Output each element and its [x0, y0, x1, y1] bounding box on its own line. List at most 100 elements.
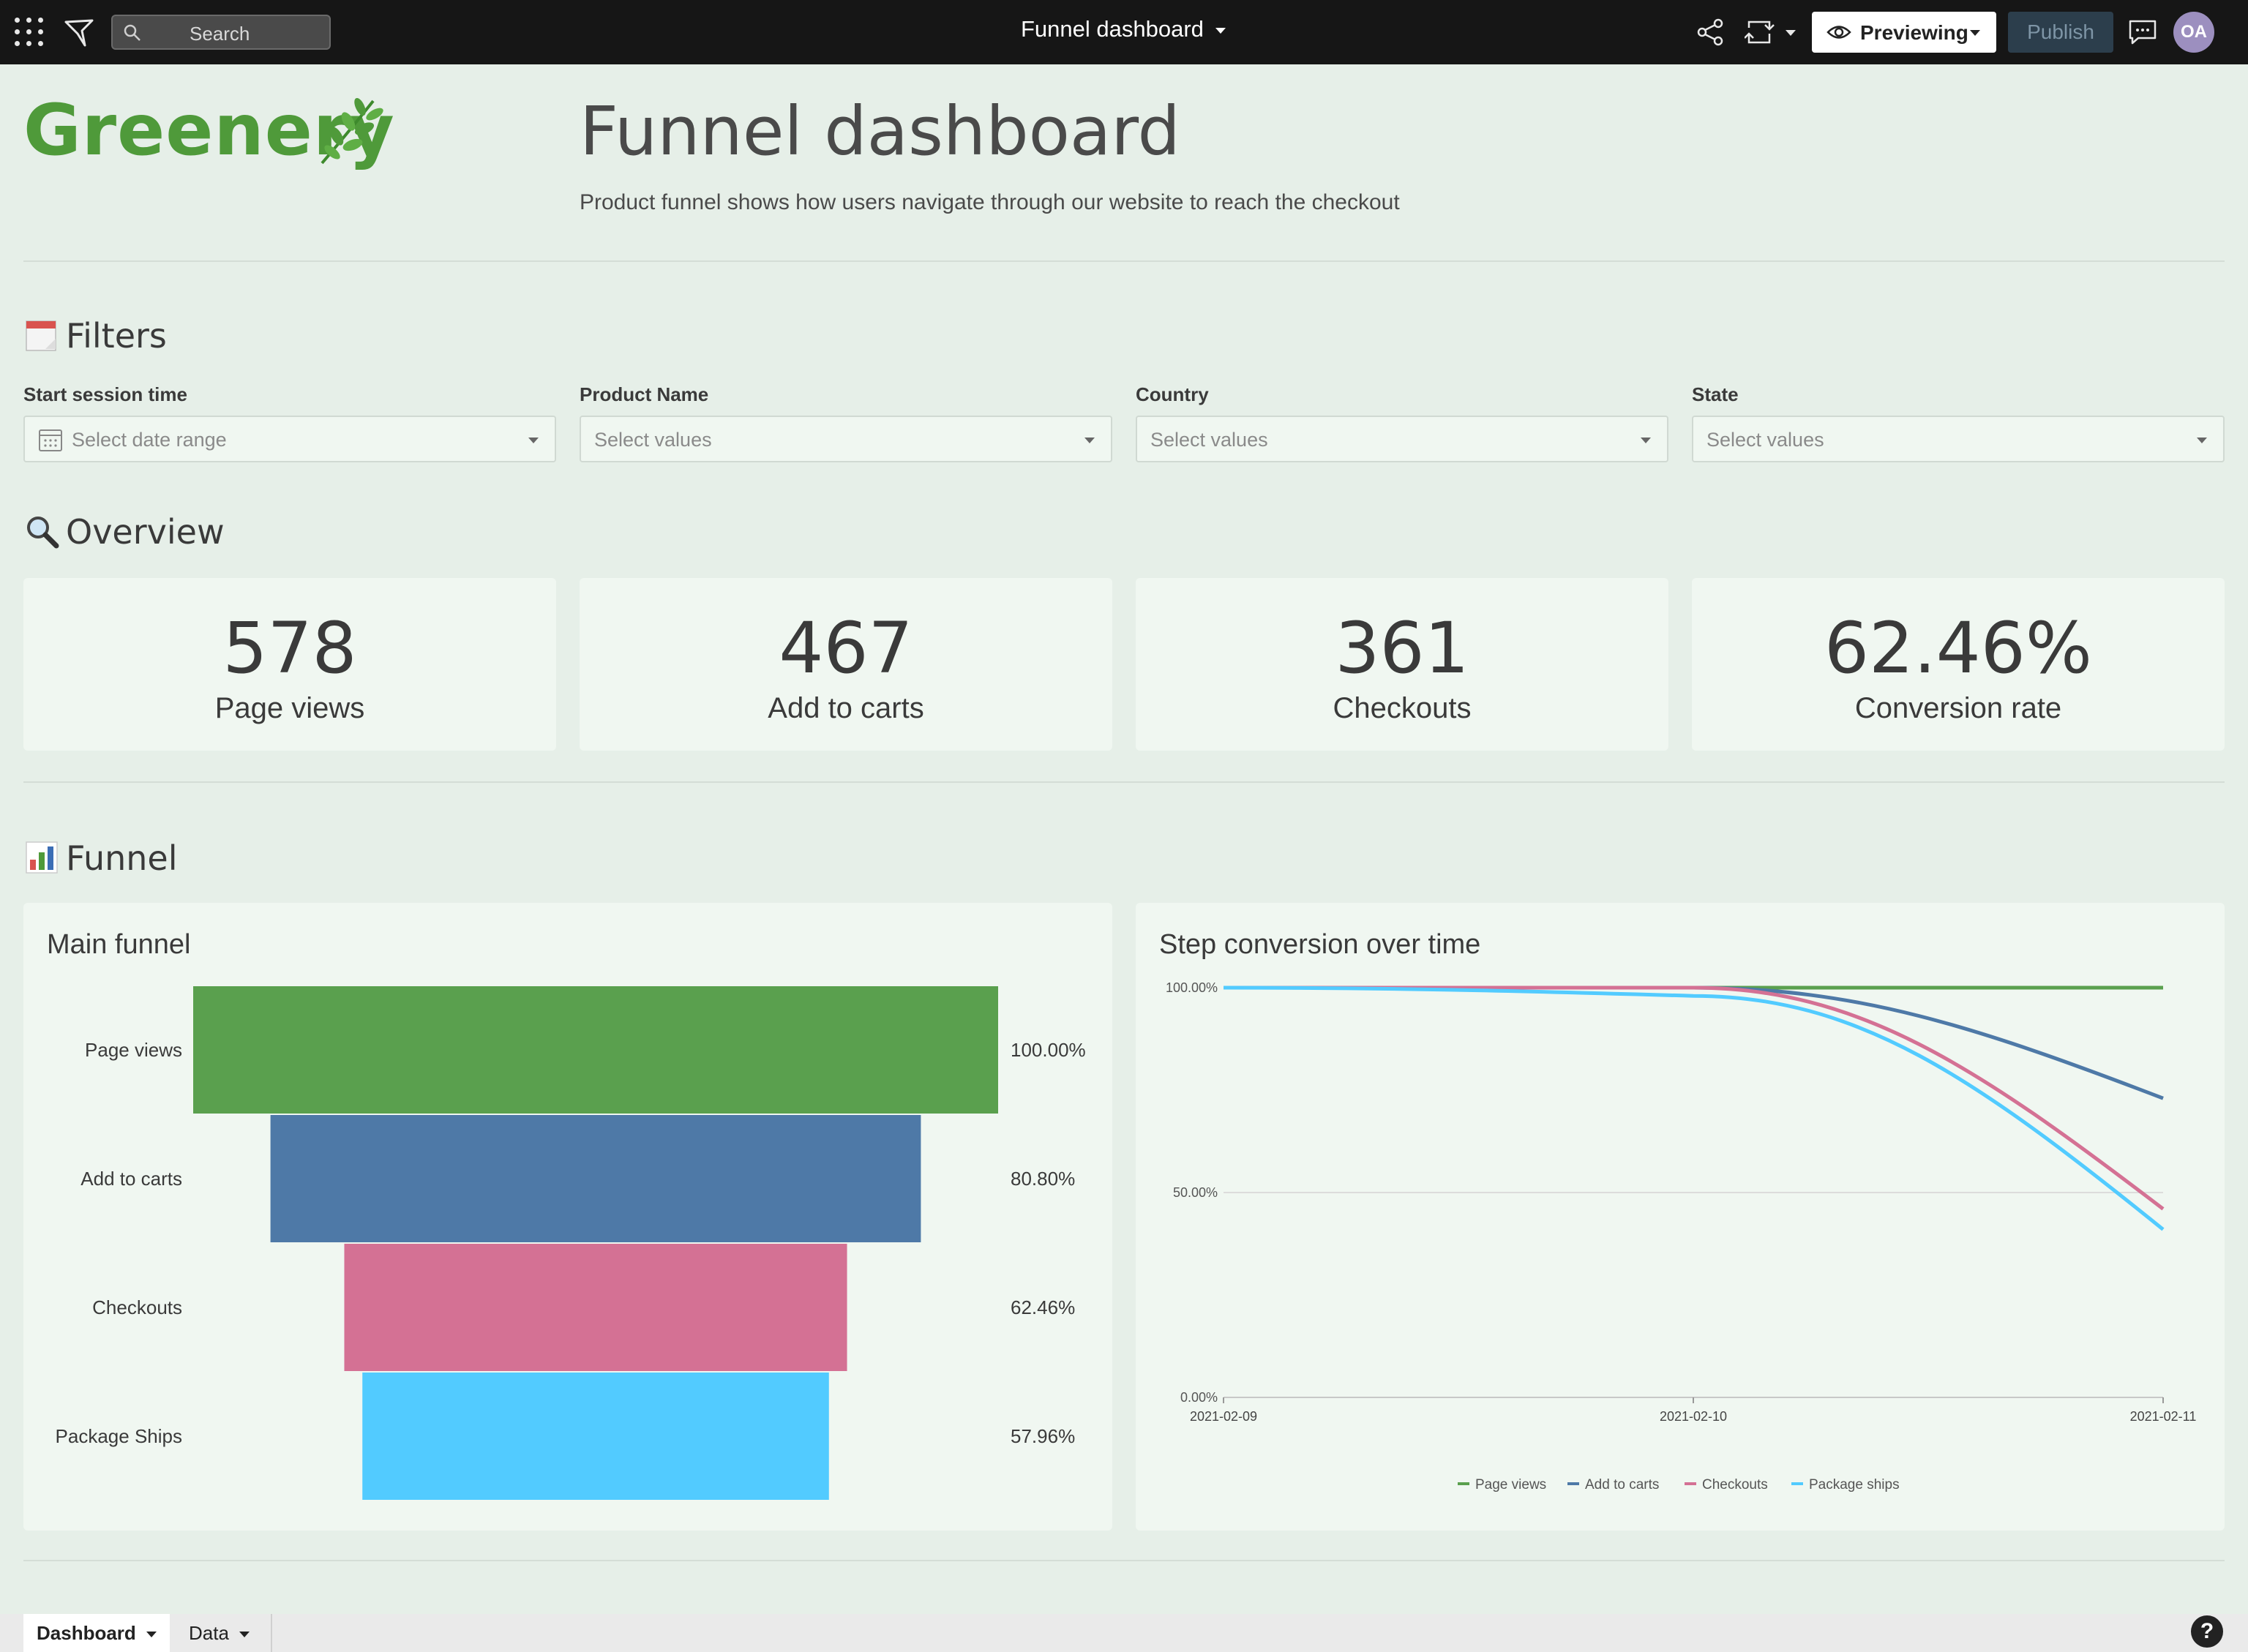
x-tick-label: 2021-02-10: [1660, 1409, 1727, 1424]
avatar[interactable]: OA: [2173, 12, 2214, 53]
filter-placeholder: Select values: [1150, 429, 1268, 451]
page-title: Funnel dashboard: [580, 92, 1180, 170]
kpi-value: 62.46%: [1824, 607, 2093, 689]
filter-placeholder: Select values: [594, 429, 712, 451]
chevron-down-icon: [1215, 27, 1226, 34]
y-tick-label: 50.00%: [1173, 1185, 1218, 1200]
filter-start-session-time: Start session time Select date range: [23, 383, 556, 462]
funnel-chart[interactable]: Page views 100.00% Add to carts 80.80% Check…: [23, 903, 1112, 1531]
x-tick-label: 2021-02-09: [1190, 1409, 1257, 1424]
divider: [23, 260, 2225, 262]
funnel-value-label: 100.00%: [1011, 1039, 1086, 1061]
search-icon: [124, 24, 140, 41]
overview-heading-text: Overview: [66, 512, 225, 552]
y-tick-label: 0.00%: [1180, 1390, 1218, 1405]
filter-state: State Select values: [1692, 383, 2225, 462]
funnel-value-label: 80.80%: [1011, 1168, 1075, 1190]
filter-product-name: Product Name Select values: [580, 383, 1112, 462]
product-name-select[interactable]: Select values: [580, 416, 1112, 462]
funnel-bar[interactable]: [362, 1373, 829, 1500]
funnel-category-label: Add to carts: [80, 1168, 182, 1190]
kpi-caption: Checkouts: [1333, 692, 1472, 724]
bottom-tab-bar: Dashboard Data: [0, 1614, 2248, 1652]
kpi-caption: Conversion rate: [1854, 692, 2062, 724]
kpi-value: 467: [779, 607, 913, 689]
funnel-category-label: Package Ships: [56, 1425, 182, 1447]
filter-placeholder: Select date range: [72, 429, 227, 451]
preview-label: Previewing: [1860, 21, 1968, 44]
legend-label: Add to carts: [1585, 1477, 1659, 1493]
date-range-select[interactable]: Select date range: [23, 416, 556, 462]
funnel-bar[interactable]: [344, 1244, 847, 1371]
search-box[interactable]: Search: [111, 15, 331, 50]
preview-mode-button[interactable]: Previewing: [1812, 12, 1996, 53]
filters-heading-text: Filters: [66, 316, 167, 356]
legend-label: Checkouts: [1702, 1477, 1768, 1493]
funnel-category-label: Page views: [85, 1039, 182, 1061]
logo-icon[interactable]: [63, 16, 95, 48]
calendar-icon: [39, 429, 62, 451]
overview-heading: Overview: [23, 512, 225, 552]
leaf-icon: [321, 97, 383, 165]
tab-label: Dashboard: [37, 1622, 136, 1644]
chevron-down-icon: [1641, 438, 1651, 443]
x-tick-label: 2021-02-11: [2130, 1409, 2197, 1424]
funnel-value-label: 57.96%: [1011, 1425, 1075, 1447]
tab-data[interactable]: Data: [176, 1614, 272, 1652]
funnel-heading: Funnel: [23, 838, 178, 878]
funnel-heading-text: Funnel: [66, 838, 178, 878]
state-select[interactable]: Select values: [1692, 416, 2225, 462]
funnel-value-label: 62.46%: [1011, 1296, 1075, 1318]
top-bar: Search Funnel dashboard Previewing Publi…: [0, 0, 2248, 64]
chevron-down-icon: [528, 438, 539, 443]
kpi-caption: Add to carts: [768, 692, 924, 724]
eye-icon: [1826, 26, 1851, 39]
kpi-card-add-to-carts: 467 Add to carts: [580, 578, 1112, 751]
chevron-down-icon: [1970, 30, 1980, 36]
search-label: Search: [190, 23, 250, 45]
filter-label: Country: [1136, 383, 1209, 405]
magnifier-icon: [27, 517, 59, 549]
legend-label: Page views: [1475, 1477, 1546, 1493]
filters-heading: Filters: [23, 316, 167, 356]
kpi-caption: Page views: [214, 692, 365, 724]
funnel-bar[interactable]: [270, 1115, 921, 1242]
comment-icon[interactable]: [2128, 19, 2157, 45]
divider: [23, 1560, 2225, 1561]
step-conversion-card: Step conversion over time 0.00% 50.00% 100…: [1136, 903, 2225, 1531]
app-launcher-icon[interactable]: [15, 18, 44, 47]
publish-button[interactable]: Publish: [2008, 12, 2113, 53]
filter-label: Start session time: [23, 383, 187, 405]
funnel-category-label: Checkouts: [92, 1296, 182, 1318]
series-line[interactable]: [1224, 985, 2164, 1100]
document-title-menu[interactable]: Funnel dashboard: [1021, 16, 1226, 42]
share-icon[interactable]: [1696, 18, 1726, 47]
main-funnel-card: Main funnel Page views 100.00% Add to cart…: [23, 903, 1112, 1531]
chevron-down-icon: [2197, 438, 2207, 443]
kpi-card-conversion-rate: 62.46% Conversion rate: [1692, 578, 2225, 751]
kpi-value: 578: [222, 607, 357, 689]
page-subtitle: Product funnel shows how users navigate …: [580, 190, 1400, 214]
kpi-card-page-views: 578 Page views: [23, 578, 556, 751]
filter-country: Country Select values: [1136, 383, 1668, 462]
filter-label: State: [1692, 383, 1739, 405]
document-title: Funnel dashboard: [1021, 16, 1204, 42]
tab-label: Data: [189, 1622, 229, 1644]
tab-dashboard[interactable]: Dashboard: [23, 1614, 170, 1652]
help-button[interactable]: ?: [2191, 1615, 2223, 1648]
line-chart[interactable]: 0.00% 50.00% 100.00% 2021-02-09 2021-02-10 20…: [1136, 903, 2225, 1531]
kpi-card-checkouts: 361 Checkouts: [1136, 578, 1668, 751]
series-line[interactable]: [1224, 985, 2165, 1211]
funnel-bar[interactable]: [193, 986, 998, 1114]
kpi-value: 361: [1335, 607, 1469, 689]
chevron-down-icon: [1084, 438, 1095, 443]
chevron-down-icon: [146, 1632, 157, 1638]
y-tick-label: 100.00%: [1166, 980, 1218, 995]
filter-placeholder: Select values: [1706, 429, 1824, 451]
filter-label: Product Name: [580, 383, 709, 405]
chevron-down-icon: [239, 1632, 250, 1638]
version-history-icon[interactable]: [1745, 18, 1796, 47]
calendar-icon: [26, 320, 56, 351]
country-select[interactable]: Select values: [1136, 416, 1668, 462]
legend-label: Package ships: [1809, 1477, 1900, 1493]
